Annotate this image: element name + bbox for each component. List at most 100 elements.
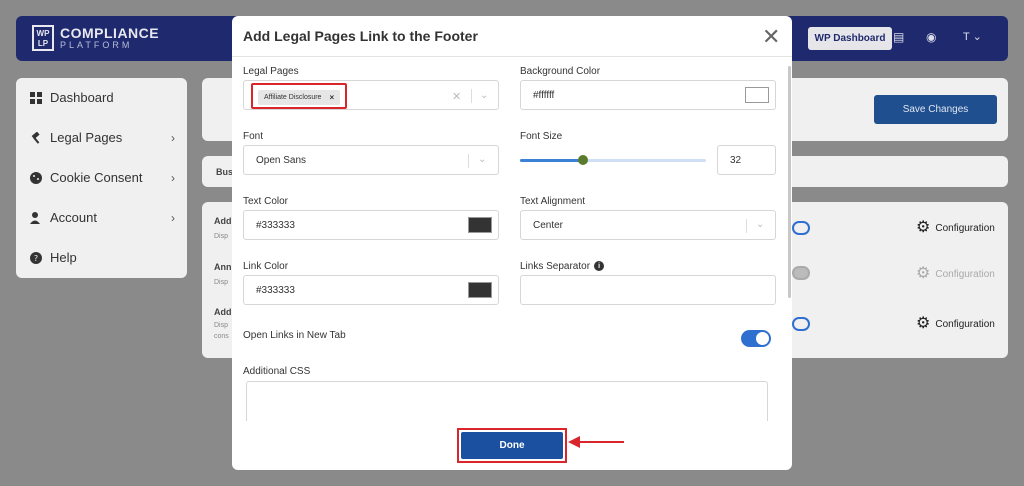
background-color-field[interactable]: #ffffff <box>520 80 776 110</box>
wp-dashboard-button[interactable]: WP Dashboard <box>808 27 892 50</box>
info-icon[interactable]: i <box>594 261 605 272</box>
row-title: Add <box>214 307 232 317</box>
gavel-icon <box>31 131 40 144</box>
configuration-label: Configuration <box>935 222 995 234</box>
configuration-label: Configuration <box>935 268 995 280</box>
sidebar-item-label: Dashboard <box>50 90 114 105</box>
select-separator <box>468 154 469 168</box>
row-title: Ann <box>214 262 232 272</box>
logo-title: COMPLIANCE <box>60 24 160 41</box>
gear-icon: ⚙ <box>916 315 931 332</box>
chevron-right-icon: › <box>171 170 175 185</box>
sidebar-item-label: Legal Pages <box>50 130 123 145</box>
link-color-value: #333333 <box>256 284 295 296</box>
cookie-icon <box>30 171 42 184</box>
links-separator-input[interactable] <box>520 275 776 305</box>
links-separator-label: Links Separator i <box>520 261 605 272</box>
sidebar-item-label: Account <box>50 210 97 225</box>
user-initial: T <box>963 31 970 43</box>
done-button-highlight: Done <box>457 428 567 463</box>
sidebar-item-help[interactable]: ? Help <box>30 250 175 265</box>
close-icon[interactable]: ✕ <box>762 24 780 50</box>
dialog-divider <box>232 56 792 57</box>
configuration-label: Configuration <box>935 318 995 330</box>
sidebar: Dashboard Legal Pages › Cookie Consent ›… <box>16 78 187 278</box>
configuration-button[interactable]: ⚙ Configuration <box>916 316 995 332</box>
row-description: cons <box>214 333 229 340</box>
font-label: Font <box>243 131 264 142</box>
svg-text:?: ? <box>34 254 38 263</box>
help-icon: ? <box>30 251 42 264</box>
sidebar-item-dashboard[interactable]: Dashboard <box>30 90 175 105</box>
configuration-button[interactable]: ⚙ Configuration <box>916 266 995 282</box>
text-color-swatch[interactable] <box>468 217 492 233</box>
font-select[interactable]: Open Sans ⌄ <box>243 145 499 175</box>
clear-icon[interactable]: ✕ <box>452 90 461 103</box>
tab-business[interactable]: Bus <box>216 167 233 177</box>
logo-subtitle: PLATFORM <box>60 39 133 50</box>
slider-fill <box>520 159 584 162</box>
eye-icon[interactable]: ◉ <box>926 30 936 44</box>
legal-pages-label: Legal Pages <box>243 66 299 77</box>
additional-css-textarea[interactable] <box>246 381 768 421</box>
sidebar-item-cookie-consent[interactable]: Cookie Consent › <box>30 170 175 185</box>
additional-css-label: Additional CSS <box>243 366 311 377</box>
save-changes-button[interactable]: Save Changes <box>874 95 997 124</box>
background-color-swatch[interactable] <box>745 87 769 103</box>
row-toggle[interactable] <box>792 266 810 280</box>
background-color-label: Background Color <box>520 66 601 77</box>
row-toggle[interactable] <box>792 221 810 235</box>
selected-chip-highlight: Affiliate Disclosure × <box>251 83 347 109</box>
background-color-value: #ffffff <box>533 89 555 101</box>
user-gear-icon <box>30 211 40 224</box>
chevron-right-icon: › <box>171 210 175 225</box>
chevron-right-icon: › <box>171 130 175 145</box>
text-alignment-select[interactable]: Center ⌄ <box>520 210 776 240</box>
font-value: Open Sans <box>256 154 307 166</box>
link-color-swatch[interactable] <box>468 282 492 298</box>
document-icon[interactable]: ▤ <box>893 30 904 44</box>
gear-icon: ⚙ <box>916 265 931 282</box>
sidebar-item-label: Cookie Consent <box>50 170 143 185</box>
annotation-arrow-icon <box>568 436 624 448</box>
text-color-label: Text Color <box>243 196 289 207</box>
grid-icon <box>30 91 42 104</box>
sidebar-item-account[interactable]: Account › <box>30 210 175 225</box>
font-size-input[interactable]: 32 <box>717 145 776 175</box>
select-separator <box>746 219 747 233</box>
remove-chip-icon[interactable]: × <box>329 93 334 102</box>
chevron-down-icon: ⌄ <box>756 219 765 230</box>
row-description: Disp <box>214 279 229 286</box>
logo-mark: WP LP <box>32 25 54 51</box>
row-toggle[interactable] <box>792 317 810 331</box>
chevron-down-icon[interactable]: ⌄ <box>480 90 488 101</box>
link-color-field[interactable]: #333333 <box>243 275 499 305</box>
selected-page-chip[interactable]: Affiliate Disclosure × <box>258 90 341 105</box>
dialog-scrollbar[interactable] <box>788 66 791 298</box>
text-alignment-label: Text Alignment <box>520 196 586 207</box>
open-links-new-tab-label: Open Links in New Tab <box>243 330 346 341</box>
text-color-field[interactable]: #333333 <box>243 210 499 240</box>
font-size-label: Font Size <box>520 131 563 142</box>
link-color-label: Link Color <box>243 261 289 272</box>
app-logo: WP LP COMPLIANCE PLATFORM <box>32 25 159 51</box>
sidebar-item-legal-pages[interactable]: Legal Pages › <box>30 130 175 145</box>
text-alignment-value: Center <box>533 219 564 231</box>
font-size-slider[interactable] <box>520 155 706 165</box>
sidebar-item-label: Help <box>50 250 77 265</box>
chip-label: Affiliate Disclosure <box>264 94 322 101</box>
chevron-down-icon: ⌄ <box>478 154 487 165</box>
row-description: Disp <box>214 233 229 240</box>
add-legal-pages-footer-dialog: Add Legal Pages Link to the Footer ✕ Leg… <box>232 16 792 470</box>
toggle-knob <box>756 332 769 345</box>
done-button[interactable]: Done <box>461 432 563 459</box>
font-size-value: 32 <box>730 154 742 166</box>
user-menu[interactable]: T ⌄ <box>963 30 982 43</box>
configuration-button[interactable]: ⚙ Configuration <box>916 220 995 236</box>
text-color-value: #333333 <box>256 219 295 231</box>
row-description: Disp <box>214 322 229 329</box>
open-links-new-tab-toggle[interactable] <box>741 330 771 347</box>
slider-thumb[interactable] <box>578 155 589 165</box>
row-title: Add <box>214 216 232 226</box>
gear-icon: ⚙ <box>916 219 931 236</box>
